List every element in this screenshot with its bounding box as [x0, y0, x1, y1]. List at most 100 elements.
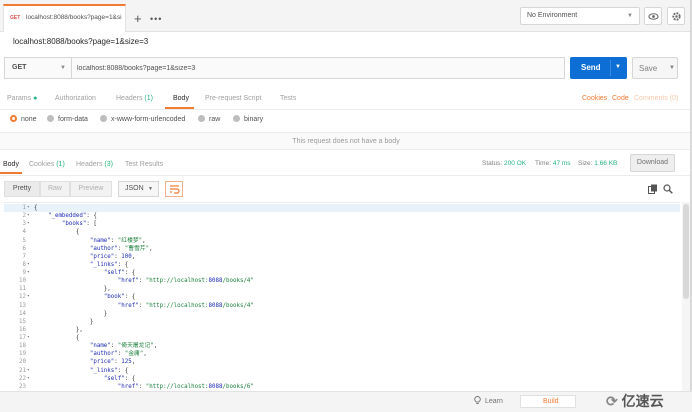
response-tab-cookies[interactable]: Cookies (1): [29, 161, 65, 168]
status-value: 200 OK: [504, 160, 527, 167]
more-tabs-icon[interactable]: •••: [150, 15, 162, 24]
code-text: "self": {: [103, 270, 136, 277]
line-number: 21: [19, 367, 26, 374]
response-tab-body[interactable]: Body: [3, 161, 19, 168]
environment-quick-look-button[interactable]: [644, 7, 662, 25]
response-body-viewer[interactable]: 1 ▾{2 ▾ "_embedded": {3 ▾ "books": [4 {5 "n…: [4, 202, 680, 391]
view-pretty-button[interactable]: Pretty: [4, 181, 40, 197]
code-line: 14 }: [4, 310, 680, 318]
tab-params[interactable]: Params ●: [7, 95, 37, 102]
tab-tests[interactable]: Tests: [280, 95, 296, 102]
fold-toggle-icon[interactable]: ▾: [27, 212, 33, 220]
environment-settings-button[interactable]: [667, 7, 685, 25]
code-text: "name": "红楼梦",: [89, 237, 146, 244]
fold-toggle-icon[interactable]: ▾: [27, 293, 33, 301]
line-number: 9: [22, 270, 27, 277]
radio-urlencoded-label: x-www-form-urlencoded: [111, 116, 186, 123]
view-preview-button[interactable]: Preview: [70, 181, 112, 197]
vertical-scrollbar[interactable]: [682, 202, 690, 391]
code-text: "_links": {: [89, 261, 129, 268]
radio-icon: [100, 115, 107, 122]
copy-icon[interactable]: [648, 184, 658, 194]
fold-toggle-icon[interactable]: ▾: [27, 334, 33, 342]
build-button[interactable]: Build: [520, 395, 576, 408]
line-number: 22: [19, 375, 26, 382]
response-headers-label: Headers: [76, 161, 103, 168]
send-divider: [610, 60, 611, 76]
tab-authorization[interactable]: Authorization: [55, 95, 96, 102]
radio-none-label: none: [21, 116, 37, 123]
search-icon[interactable]: [663, 184, 673, 194]
tab-headers-count: (1): [144, 95, 153, 102]
code-line: 22 ▾ "self": {: [4, 375, 680, 383]
radio-urlencoded[interactable]: x-www-form-urlencoded: [100, 115, 185, 123]
scrollbar-thumb[interactable]: [683, 204, 689, 299]
code-line: 20 "price": 125,: [4, 358, 680, 366]
chevron-down-icon: ▼: [60, 65, 66, 71]
tab-prerequest-script[interactable]: Pre-request Script: [205, 95, 261, 102]
learn-button[interactable]: Learn: [474, 396, 503, 405]
comments-link[interactable]: Comments (0): [634, 95, 678, 102]
line-number: 11: [19, 286, 26, 293]
request-tab[interactable]: GET localhost:8088/books?page=1&si: [3, 4, 126, 32]
tab-title: localhost:8088/books?page=1&si: [26, 14, 122, 21]
new-tab-icon[interactable]: +: [134, 12, 142, 25]
save-label: Save: [639, 64, 658, 73]
radio-form-data[interactable]: form-data: [47, 115, 88, 123]
download-button[interactable]: Download: [630, 154, 675, 172]
code-text: "author": "曹雪芹",: [89, 245, 153, 252]
url-input[interactable]: [71, 57, 565, 79]
code-link[interactable]: Code: [612, 95, 629, 102]
response-headers-count: (3): [104, 161, 113, 168]
line-number: 8: [22, 261, 27, 268]
cookies-link[interactable]: Cookies: [582, 95, 607, 102]
wrap-lines-button[interactable]: [165, 181, 183, 197]
format-select[interactable]: JSON ▼: [118, 181, 159, 197]
line-number: 4: [22, 229, 27, 236]
code-text: "book": {: [103, 294, 136, 301]
wrap-icon: [170, 185, 180, 194]
line-number: 1: [22, 205, 27, 211]
radio-icon: [47, 115, 54, 122]
radio-binary[interactable]: binary: [233, 115, 263, 123]
code-text: },: [34, 286, 111, 293]
environment-selected: No Environment: [527, 12, 578, 19]
fold-toggle-icon[interactable]: ▾: [27, 220, 33, 228]
line-number: 15: [19, 318, 26, 325]
fold-toggle-icon[interactable]: ▾: [27, 261, 33, 269]
code-line: 1 ▾{: [4, 204, 680, 213]
code-text: "author": "金庸",: [89, 351, 147, 358]
code-text: },: [34, 326, 83, 333]
fold-toggle-icon[interactable]: ▾: [27, 375, 33, 383]
watermark-text: 亿速云: [621, 393, 664, 409]
method-select[interactable]: GET ▼: [4, 57, 71, 79]
environment-select[interactable]: No Environment ▼: [520, 7, 640, 25]
watermark-logo: ⟳ 亿速云: [606, 391, 664, 411]
fold-toggle-icon[interactable]: ▾: [27, 204, 33, 212]
response-tab-test-results[interactable]: Test Results: [125, 161, 163, 168]
chevron-down-icon[interactable]: ▼: [615, 64, 621, 70]
response-tab-headers[interactable]: Headers (3): [76, 161, 113, 168]
code-line: 23 "href": "http://localhost:8088/books/…: [4, 383, 680, 391]
fold-toggle-icon[interactable]: ▾: [27, 269, 33, 277]
radio-icon: [198, 115, 205, 122]
view-raw-button[interactable]: Raw: [40, 181, 70, 197]
code-line: 6 "author": "曹雪芹",: [4, 245, 680, 253]
send-button[interactable]: Send ▼: [570, 57, 627, 79]
send-label: Send: [581, 63, 601, 72]
radio-selected-icon: [10, 115, 17, 122]
save-button[interactable]: Save ▼: [632, 57, 678, 79]
fold-toggle-icon[interactable]: ▾: [27, 367, 33, 375]
time-readout: Time: 47 ms: [535, 160, 571, 167]
tab-body[interactable]: Body: [173, 95, 189, 102]
code-text: "_embedded": {: [47, 213, 97, 220]
radio-none[interactable]: none: [10, 115, 37, 123]
radio-raw[interactable]: raw: [198, 115, 220, 123]
tab-headers[interactable]: Headers (1): [116, 95, 153, 102]
status-readout: Status: 200 OK: [482, 160, 526, 167]
code-line: 4 {: [4, 228, 680, 236]
status-label: Status:: [482, 160, 503, 167]
line-number: 13: [19, 302, 26, 309]
chevron-down-icon[interactable]: ▼: [669, 65, 675, 71]
code-line: 15 }: [4, 318, 680, 326]
